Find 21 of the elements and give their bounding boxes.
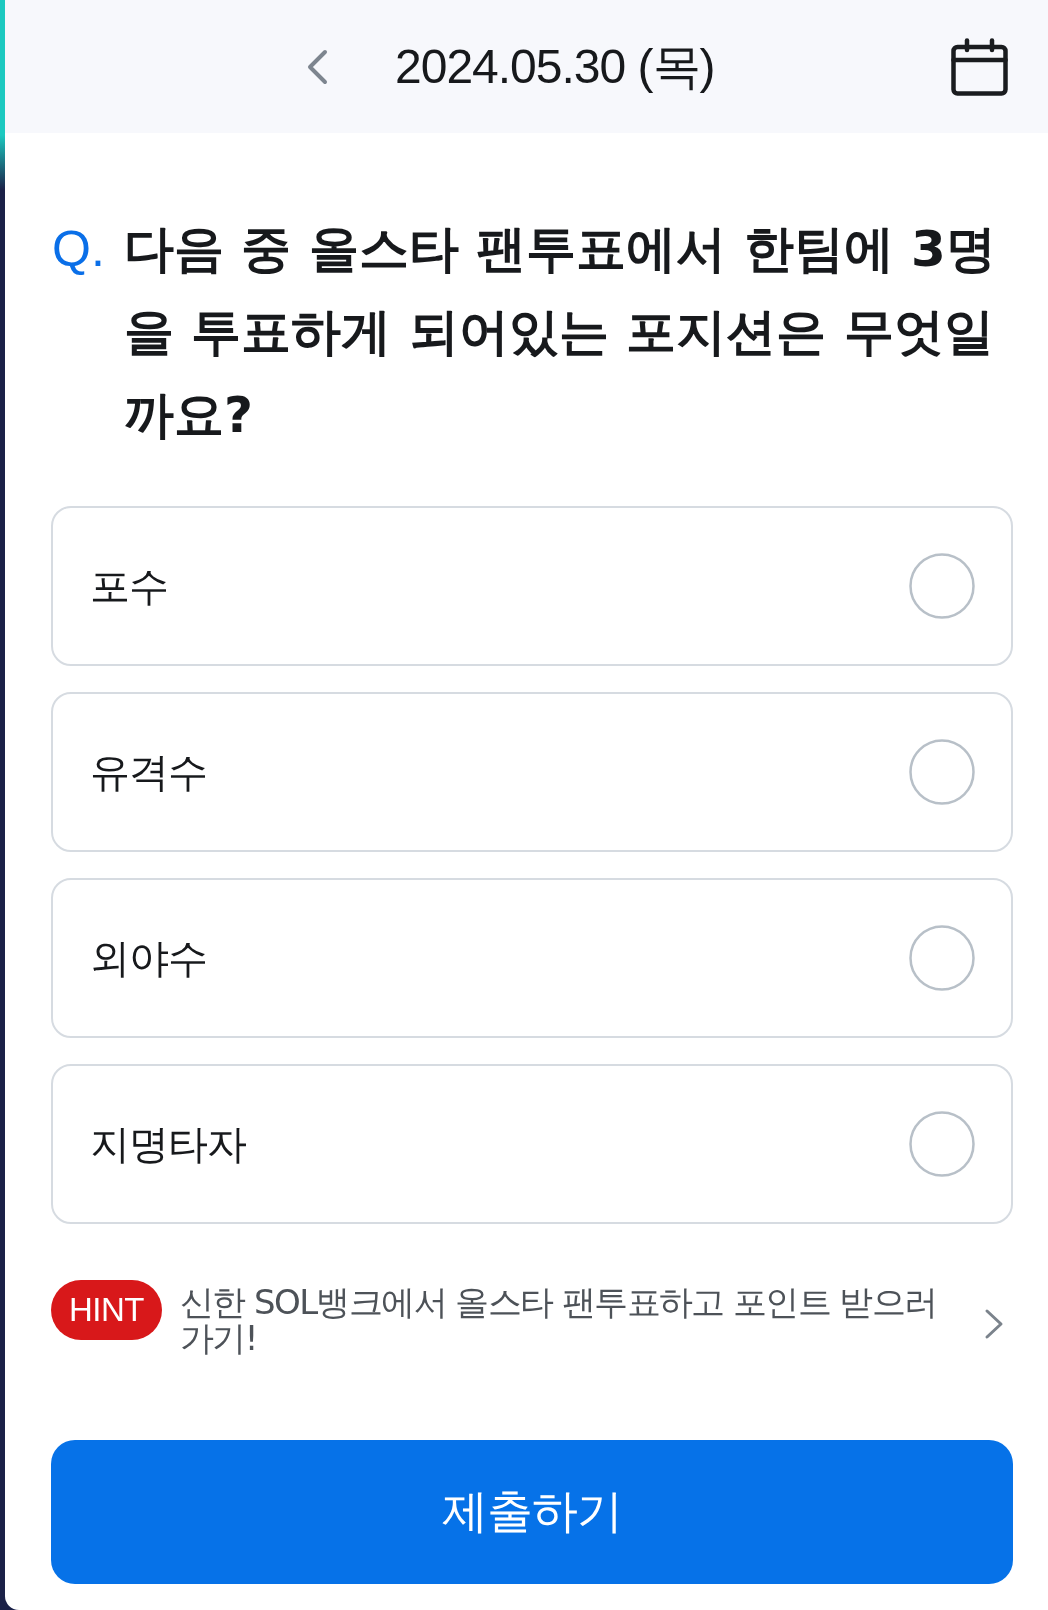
- question-text: 다음 중 올스타 팬투표에서 한팀에 3명을 투표하게 되어있는 포지션은 무엇일까요?: [124, 219, 997, 446]
- chevron-right-icon[interactable]: [984, 1308, 1004, 1340]
- submit-button[interactable]: 제출하기: [51, 1440, 1013, 1584]
- option-label: 포수: [90, 561, 168, 611]
- option-label: 유격수: [90, 747, 207, 797]
- back-chevron-icon[interactable]: [305, 48, 329, 85]
- radio-button-icon[interactable]: [909, 1111, 975, 1177]
- date-title: 2024.05.30 (목): [395, 38, 715, 95]
- calendar-icon[interactable]: [951, 37, 1008, 96]
- radio-button-icon[interactable]: [909, 739, 975, 805]
- hint-badge: HINT: [51, 1280, 162, 1340]
- answer-option[interactable]: 포수: [51, 506, 1013, 666]
- radio-button-icon[interactable]: [909, 925, 975, 991]
- answer-option[interactable]: 지명타자: [51, 1064, 1013, 1224]
- radio-button-icon[interactable]: [909, 553, 975, 619]
- option-label: 지명타자: [90, 1119, 246, 1169]
- answer-option[interactable]: 유격수: [51, 692, 1013, 852]
- hint-link[interactable]: 신한 SOL뱅크에서 올스타 팬투표하고 포인트 받으러 가기!: [180, 1284, 950, 1356]
- question-marker: Q.: [52, 220, 106, 279]
- option-label: 외야수: [90, 933, 207, 983]
- answer-option[interactable]: 외야수: [51, 878, 1013, 1038]
